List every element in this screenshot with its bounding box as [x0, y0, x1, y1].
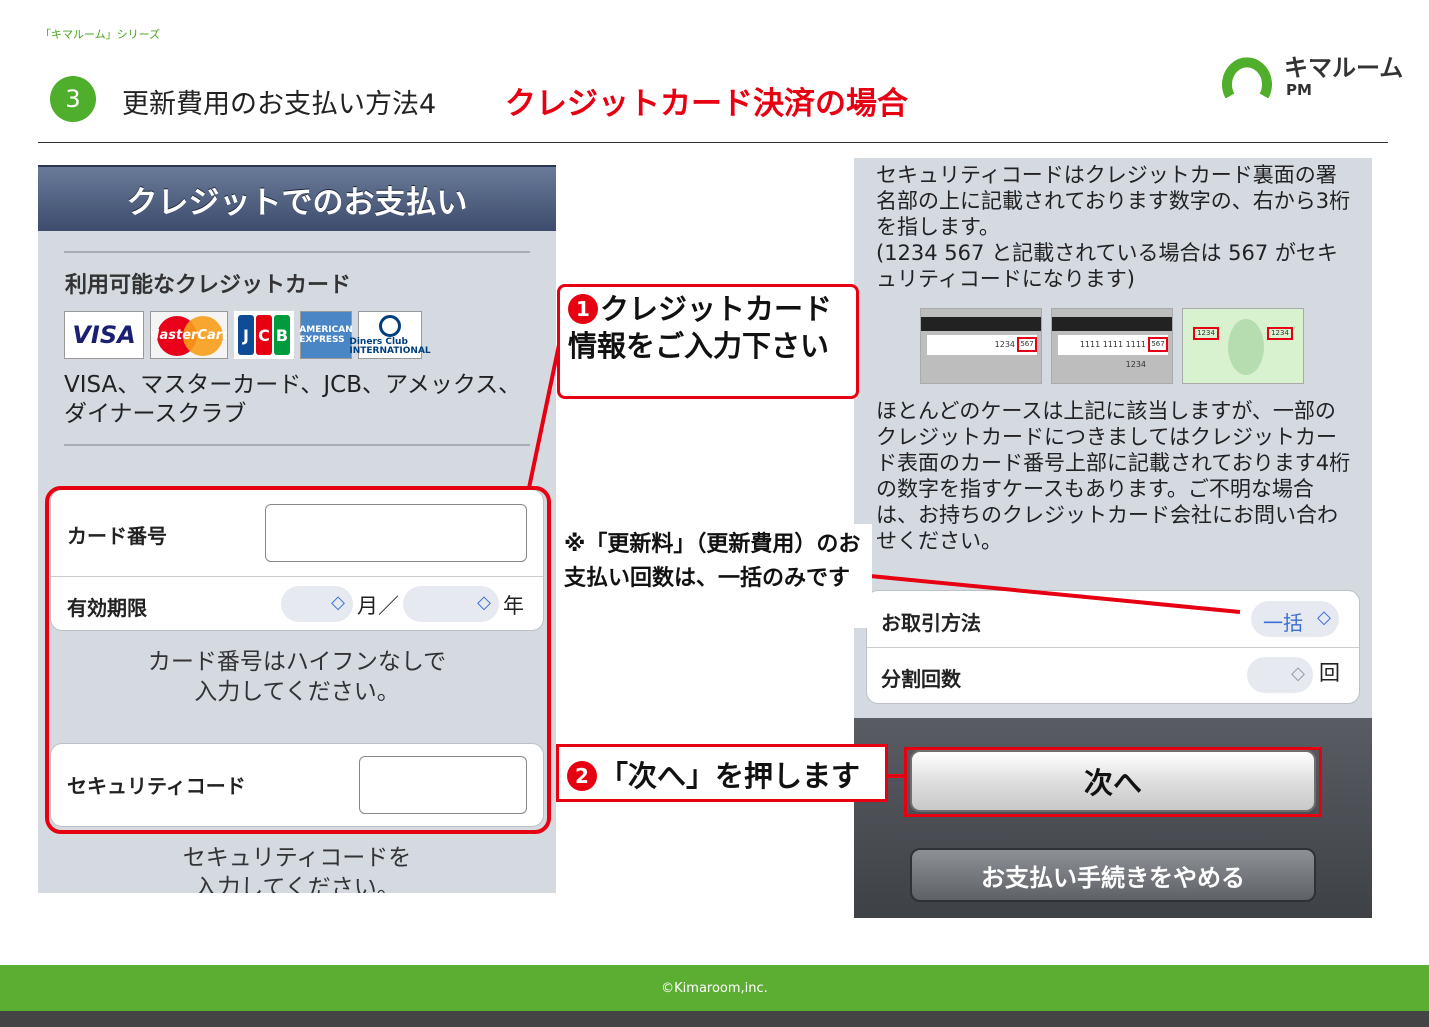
step2-callout: 2 「次へ」を押します: [556, 744, 888, 802]
connector-lines: [527, 339, 1241, 778]
copyright: ©Kimaroom,inc.: [661, 980, 768, 996]
step1-callout: 1 クレジットカード情報をご入力下さい: [557, 284, 859, 399]
step1-badge: 1: [568, 294, 598, 324]
footer: ©Kimaroom,inc.: [0, 965, 1429, 1011]
step2-badge: 2: [567, 761, 597, 791]
footer-bar: [0, 1011, 1429, 1027]
installment-note: ※「更新料」（更新費用）のお支払い回数は、一括のみです: [556, 524, 872, 628]
